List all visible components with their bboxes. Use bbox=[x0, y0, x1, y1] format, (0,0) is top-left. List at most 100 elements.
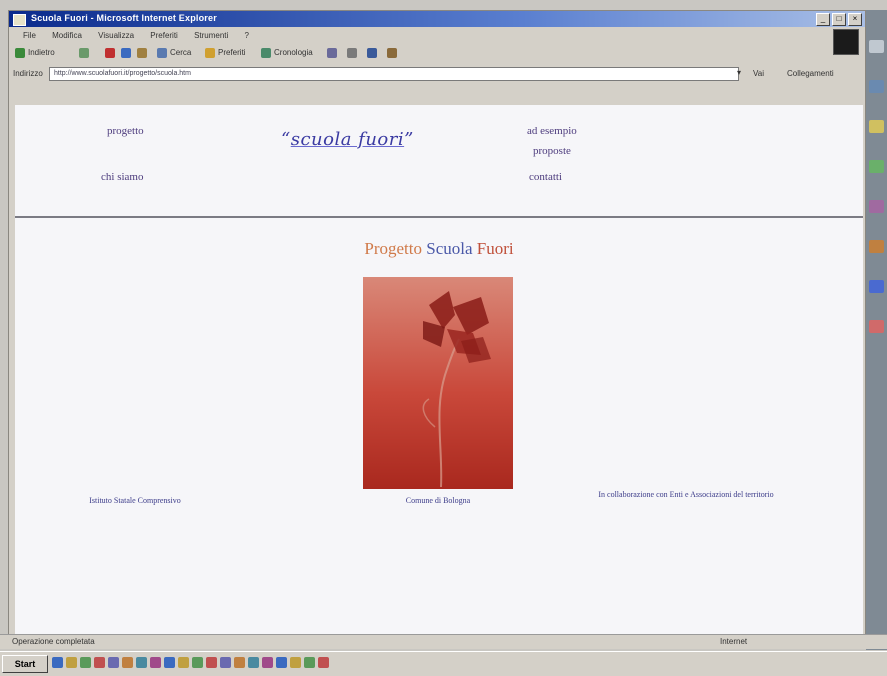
menu-help[interactable]: ? bbox=[245, 29, 249, 43]
ie-icon bbox=[13, 14, 26, 26]
forward-arrow-icon bbox=[79, 48, 89, 58]
nav-link-contatti[interactable]: contatti bbox=[529, 171, 562, 183]
go-button[interactable]: Vai bbox=[753, 69, 764, 78]
maximize-button[interactable]: □ bbox=[832, 13, 846, 26]
toolbar: Indietro Cerca Preferiti Cronologia bbox=[9, 45, 865, 63]
history-label: Cronologia bbox=[274, 48, 313, 58]
quick-launch-icon[interactable] bbox=[150, 657, 161, 668]
quick-launch-icon[interactable] bbox=[66, 657, 77, 668]
quick-launch-icon[interactable] bbox=[318, 657, 329, 668]
quick-launch-icon[interactable] bbox=[178, 657, 189, 668]
address-input[interactable]: http://www.scuolafuori.it/progetto/scuol… bbox=[49, 67, 739, 81]
title-word-2: Scuola bbox=[426, 239, 473, 258]
logo-open-quote: “ bbox=[281, 129, 291, 150]
quick-launch-icon[interactable] bbox=[94, 657, 105, 668]
quick-launch-icon[interactable] bbox=[52, 657, 63, 668]
caption-right: In collaborazione con Enti e Associazion… bbox=[598, 490, 774, 499]
quick-launch-icon[interactable] bbox=[164, 657, 175, 668]
page-title: Progetto Scuola Fuori bbox=[15, 239, 863, 259]
quick-launch-icon[interactable] bbox=[248, 657, 259, 668]
print-icon bbox=[347, 48, 357, 58]
stop-icon bbox=[105, 48, 115, 58]
quick-launch bbox=[52, 657, 329, 668]
quick-launch-icon[interactable] bbox=[80, 657, 91, 668]
site-logo[interactable]: “scuola fuori” bbox=[281, 129, 414, 150]
menu-favorites[interactable]: Preferiti bbox=[150, 29, 178, 43]
quick-launch-icon[interactable] bbox=[122, 657, 133, 668]
window-title: Scuola Fuori - Microsoft Internet Explor… bbox=[31, 13, 217, 23]
mail-icon bbox=[327, 48, 337, 58]
desktop-shortcut-icon[interactable] bbox=[869, 280, 884, 293]
links-button[interactable]: Collegamenti bbox=[787, 69, 834, 78]
desktop-side-strip bbox=[866, 10, 887, 650]
caption-center: Comune di Bologna bbox=[405, 496, 471, 505]
nav-link-ad-esempio[interactable]: ad esempio bbox=[527, 125, 577, 137]
search-icon bbox=[157, 48, 167, 58]
address-label: Indirizzo bbox=[13, 69, 43, 78]
desktop-shortcut-icon[interactable] bbox=[869, 240, 884, 253]
forward-button[interactable] bbox=[79, 48, 92, 58]
edit-icon bbox=[367, 48, 377, 58]
quick-launch-icon[interactable] bbox=[234, 657, 245, 668]
logo-close-quote: ” bbox=[404, 129, 414, 150]
desktop-shortcut-icon[interactable] bbox=[869, 80, 884, 93]
nav-link-progetto[interactable]: progetto bbox=[107, 125, 144, 137]
menu-file[interactable]: File bbox=[23, 29, 36, 43]
menu-tools[interactable]: Strumenti bbox=[194, 29, 228, 43]
flower-illustration bbox=[422, 291, 491, 488]
edit-button[interactable] bbox=[367, 48, 380, 58]
history-button[interactable]: Cronologia bbox=[261, 48, 313, 58]
browser-window: Scuola Fuori - Microsoft Internet Explor… bbox=[8, 10, 866, 644]
desktop-shortcut-icon[interactable] bbox=[869, 40, 884, 53]
home-button[interactable] bbox=[137, 48, 150, 58]
quick-launch-icon[interactable] bbox=[262, 657, 273, 668]
mail-button[interactable] bbox=[327, 48, 340, 58]
desktop-shortcut-icon[interactable] bbox=[869, 200, 884, 213]
status-text: Operazione completata bbox=[12, 637, 95, 646]
back-button[interactable]: Indietro bbox=[15, 48, 55, 58]
discuss-icon bbox=[387, 48, 397, 58]
favorites-button[interactable]: Preferiti bbox=[205, 48, 246, 58]
history-icon bbox=[261, 48, 271, 58]
menu-bar: File Modifica Visualizza Preferiti Strum… bbox=[9, 29, 865, 43]
close-button[interactable]: × bbox=[848, 13, 862, 26]
start-button[interactable]: Start bbox=[2, 655, 48, 673]
title-word-1: Progetto bbox=[364, 239, 422, 258]
quick-launch-icon[interactable] bbox=[206, 657, 217, 668]
title-bar[interactable]: Scuola Fuori - Microsoft Internet Explor… bbox=[9, 11, 865, 27]
refresh-icon bbox=[121, 48, 131, 58]
back-label: Indietro bbox=[28, 48, 55, 58]
desktop-shortcut-icon[interactable] bbox=[869, 320, 884, 333]
status-bar: Operazione completata Internet bbox=[0, 634, 887, 649]
caption-left: Istituto Statale Comprensivo bbox=[89, 496, 181, 505]
home-icon bbox=[137, 48, 147, 58]
page-content: progetto chi siamo “scuola fuori” ad ese… bbox=[15, 105, 863, 643]
quick-launch-icon[interactable] bbox=[192, 657, 203, 668]
title-word-3: Fuori bbox=[476, 239, 514, 258]
desktop-shortcut-icon[interactable] bbox=[869, 160, 884, 173]
favorites-star-icon bbox=[205, 48, 215, 58]
chevron-down-icon[interactable]: ▾ bbox=[737, 68, 747, 78]
desktop-shortcut-icon[interactable] bbox=[869, 120, 884, 133]
print-button[interactable] bbox=[347, 48, 360, 58]
taskbar: Start bbox=[0, 651, 887, 676]
header-divider bbox=[15, 216, 863, 218]
refresh-button[interactable] bbox=[121, 48, 134, 58]
address-bar: Indirizzo http://www.scuolafuori.it/prog… bbox=[9, 65, 865, 83]
search-button[interactable]: Cerca bbox=[157, 48, 191, 58]
quick-launch-icon[interactable] bbox=[276, 657, 287, 668]
quick-launch-icon[interactable] bbox=[220, 657, 231, 668]
minimize-button[interactable]: _ bbox=[816, 13, 830, 26]
menu-edit[interactable]: Modifica bbox=[52, 29, 82, 43]
quick-launch-icon[interactable] bbox=[304, 657, 315, 668]
nav-link-proposte[interactable]: proposte bbox=[533, 145, 571, 157]
quick-launch-icon[interactable] bbox=[136, 657, 147, 668]
menu-view[interactable]: Visualizza bbox=[98, 29, 134, 43]
stop-button[interactable] bbox=[105, 48, 118, 58]
discuss-button[interactable] bbox=[387, 48, 400, 58]
security-zone: Internet bbox=[720, 637, 748, 646]
nav-link-chi-siamo[interactable]: chi siamo bbox=[101, 171, 143, 183]
quick-launch-icon[interactable] bbox=[108, 657, 119, 668]
page-header: progetto chi siamo “scuola fuori” ad ese… bbox=[15, 105, 863, 218]
quick-launch-icon[interactable] bbox=[290, 657, 301, 668]
